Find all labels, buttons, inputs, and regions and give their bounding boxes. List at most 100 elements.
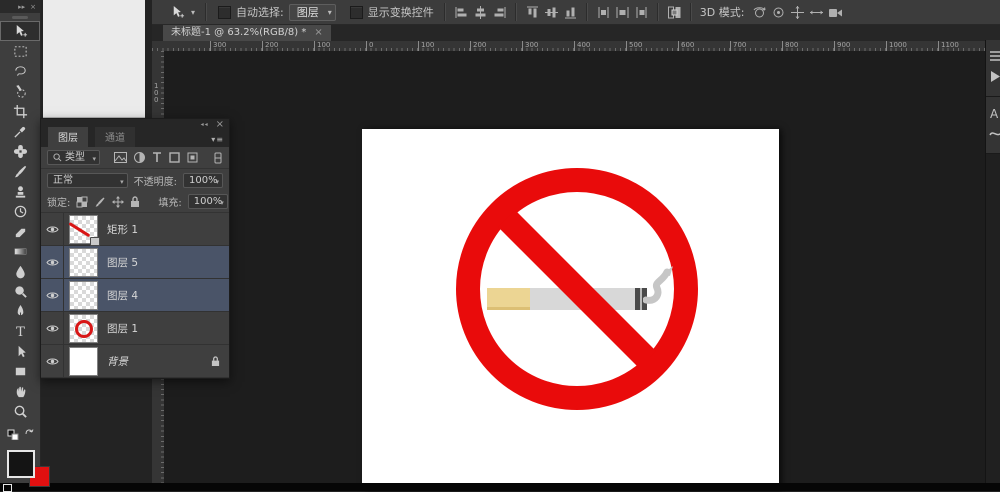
distribute-group bbox=[594, 5, 651, 20]
tool-lasso[interactable] bbox=[0, 61, 40, 81]
visibility-eye-icon[interactable] bbox=[41, 345, 64, 377]
visibility-eye-icon[interactable] bbox=[41, 246, 64, 278]
filter-type-label: 类型 bbox=[65, 151, 85, 165]
tool-history-brush[interactable] bbox=[0, 201, 40, 221]
lock-all-icon[interactable] bbox=[130, 196, 140, 208]
tool-pen[interactable] bbox=[0, 301, 40, 321]
dist-left-icon[interactable] bbox=[596, 5, 611, 20]
align-middle-icon[interactable] bbox=[544, 5, 559, 20]
layer-row-layer-1[interactable]: 图层 1 bbox=[41, 312, 229, 345]
filter-pixel-icon[interactable] bbox=[114, 152, 127, 163]
tool-preset-caret-icon[interactable]: ▾ bbox=[191, 8, 195, 17]
lock-position-icon[interactable] bbox=[112, 196, 124, 208]
auto-select-checkbox[interactable] bbox=[218, 6, 231, 19]
3d-drag-icon[interactable] bbox=[790, 5, 805, 20]
3d-slide-icon[interactable] bbox=[809, 5, 824, 20]
tool-rectangle[interactable] bbox=[0, 361, 40, 381]
tool-move[interactable] bbox=[0, 21, 40, 41]
tool-eraser[interactable] bbox=[0, 221, 40, 241]
layer-thumbnail[interactable] bbox=[70, 216, 97, 243]
ruler-label: 800 bbox=[782, 41, 798, 51]
filter-type-text-icon[interactable] bbox=[152, 152, 162, 163]
layer-thumbnail[interactable] bbox=[70, 348, 97, 375]
layer-row-background[interactable]: 背景 bbox=[41, 345, 229, 378]
3d-rotate-icon[interactable] bbox=[752, 5, 767, 20]
align-right-icon[interactable] bbox=[492, 5, 507, 20]
document-canvas[interactable] bbox=[362, 129, 779, 491]
visibility-eye-icon[interactable] bbox=[41, 312, 64, 344]
lock-pixels-icon[interactable] bbox=[94, 196, 106, 208]
layer-thumbnail[interactable] bbox=[70, 282, 97, 309]
document-tab[interactable]: 未标题-1 @ 63.2%(RGB/8) * × bbox=[163, 25, 331, 41]
3d-camera-icon[interactable] bbox=[828, 5, 843, 20]
tool-rect-marquee[interactable] bbox=[0, 41, 40, 61]
visibility-eye-icon[interactable] bbox=[41, 279, 64, 311]
tools-list: T bbox=[0, 21, 40, 421]
layer-row-rectangle-1[interactable]: 矩形 1 bbox=[41, 213, 229, 246]
opacity-label: 不透明度: bbox=[134, 173, 177, 188]
filter-shape-icon[interactable] bbox=[169, 152, 180, 163]
layer-row-layer-5[interactable]: 图层 5 bbox=[41, 246, 229, 279]
tools-collapse-icon[interactable]: ▸▸ bbox=[18, 3, 25, 11]
filter-type-dropdown[interactable]: 类型 bbox=[47, 150, 100, 165]
canvas-pasteboard[interactable] bbox=[164, 51, 985, 491]
tool-path-selection[interactable] bbox=[0, 341, 40, 361]
tool-dodge[interactable] bbox=[0, 281, 40, 301]
layer-name[interactable]: 矩形 1 bbox=[107, 222, 229, 237]
tool-quick-selection[interactable] bbox=[0, 81, 40, 101]
tool-crop[interactable] bbox=[0, 101, 40, 121]
tools-panel-grip[interactable] bbox=[12, 16, 28, 19]
tab-layers[interactable]: 图层 bbox=[48, 127, 88, 147]
filter-switch-icon[interactable] bbox=[213, 152, 223, 164]
align-left-icon[interactable] bbox=[454, 5, 469, 20]
actions-panel-icon[interactable] bbox=[989, 70, 1000, 84]
visibility-eye-icon[interactable] bbox=[41, 213, 64, 245]
fill-value[interactable]: 100% bbox=[188, 194, 228, 209]
separator bbox=[690, 3, 692, 21]
filter-smart-object-icon[interactable] bbox=[187, 152, 198, 163]
tool-clone-stamp[interactable] bbox=[0, 181, 40, 201]
align-bottom-icon[interactable] bbox=[563, 5, 578, 20]
tool-blur[interactable] bbox=[0, 261, 40, 281]
dist-center-h-icon[interactable] bbox=[615, 5, 630, 20]
separator bbox=[205, 3, 207, 21]
foreground-color-swatch[interactable] bbox=[7, 450, 35, 478]
show-transform-checkbox[interactable] bbox=[350, 6, 363, 19]
lock-transparency-icon[interactable] bbox=[76, 196, 88, 208]
panel-close-icon[interactable]: × bbox=[216, 120, 224, 130]
tool-eyedropper[interactable] bbox=[0, 121, 40, 141]
panel-menu-icon[interactable]: ▾≡ bbox=[211, 135, 224, 144]
tool-healing-brush[interactable] bbox=[0, 141, 40, 161]
tool-hand[interactable] bbox=[0, 381, 40, 401]
layer-name[interactable]: 图层 4 bbox=[107, 288, 229, 303]
3d-roll-icon[interactable] bbox=[771, 5, 786, 20]
default-swap-colors-icon[interactable] bbox=[6, 424, 36, 440]
tool-brush[interactable] bbox=[0, 161, 40, 181]
move-tool-icon[interactable] bbox=[170, 5, 185, 20]
layer-thumbnail[interactable] bbox=[70, 249, 97, 276]
filter-adjustment-icon[interactable] bbox=[134, 152, 145, 163]
layer-thumbnail[interactable] bbox=[70, 315, 97, 342]
document-tab-close-icon[interactable]: × bbox=[314, 25, 322, 41]
tool-zoom[interactable] bbox=[0, 401, 40, 421]
align-top-icon[interactable] bbox=[525, 5, 540, 20]
layer-name[interactable]: 背景 bbox=[107, 354, 211, 369]
align-center-h-icon[interactable] bbox=[473, 5, 488, 20]
blend-mode-dropdown[interactable]: 正常 bbox=[47, 173, 128, 188]
tool-gradient[interactable] bbox=[0, 241, 40, 261]
panel-collapse-icon[interactable]: ◂◂ bbox=[201, 121, 209, 128]
paragraph-panel-icon[interactable] bbox=[989, 127, 1000, 141]
layer-name[interactable]: 图层 5 bbox=[107, 255, 229, 270]
auto-select-target-dropdown[interactable]: 图层 bbox=[289, 4, 336, 21]
layer-row-layer-4[interactable]: 图层 4 bbox=[41, 279, 229, 312]
tool-type[interactable]: T bbox=[0, 321, 40, 341]
dist-right-icon[interactable] bbox=[634, 5, 649, 20]
layer-name[interactable]: 图层 1 bbox=[107, 321, 229, 336]
fill-label: 填充: bbox=[158, 194, 181, 209]
opacity-value[interactable]: 100% bbox=[183, 173, 223, 188]
history-panel-icon[interactable] bbox=[989, 50, 1000, 64]
character-panel-icon[interactable]: A bbox=[989, 107, 1000, 121]
tab-channels[interactable]: 通道 bbox=[95, 127, 135, 147]
auto-align-icon[interactable] bbox=[667, 5, 682, 20]
tools-close-icon[interactable]: × bbox=[30, 3, 36, 11]
